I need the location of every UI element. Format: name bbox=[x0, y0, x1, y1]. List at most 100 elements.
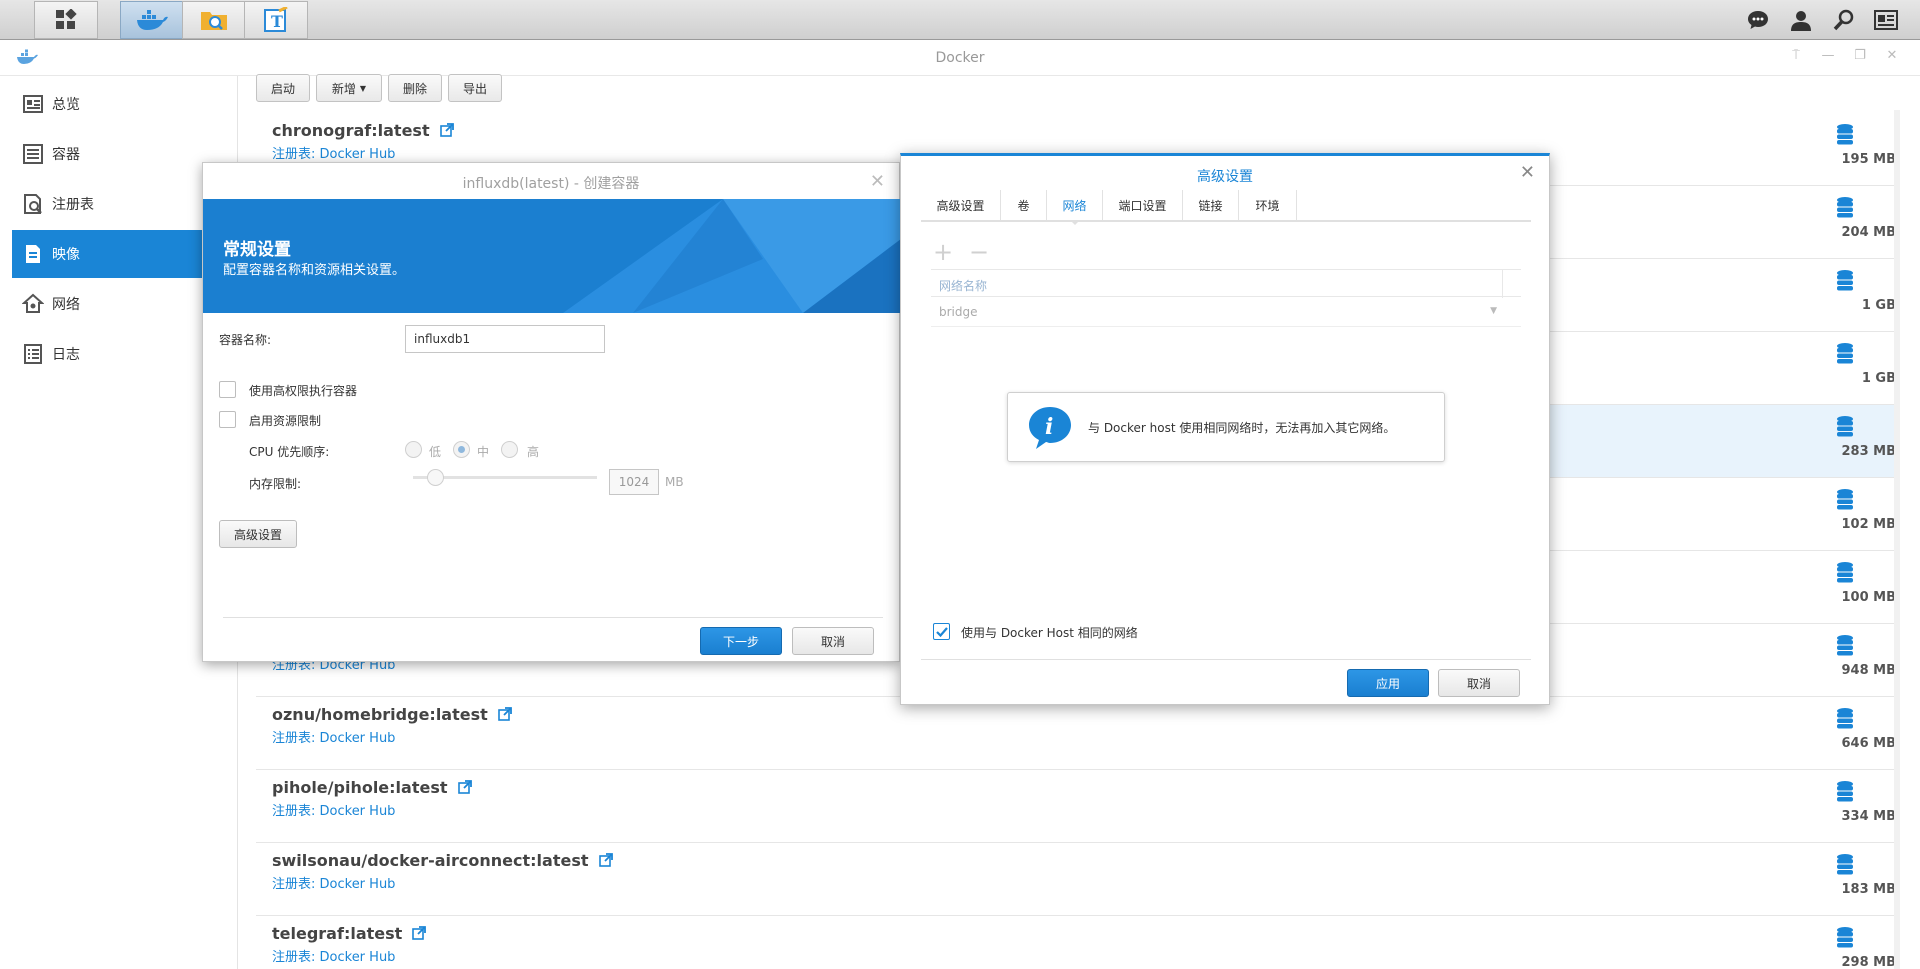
database-icon bbox=[1837, 270, 1853, 291]
maximize-button[interactable]: ❐ bbox=[1850, 48, 1870, 68]
tab-environment[interactable]: 环境 bbox=[1239, 190, 1297, 220]
registry-label[interactable]: 注册表: Docker Hub bbox=[272, 727, 395, 746]
sidebar-item-label: 网络 bbox=[52, 297, 80, 313]
registry-label[interactable]: 注册表: Docker Hub bbox=[272, 946, 395, 965]
sidebar-item-label: 容器 bbox=[52, 147, 80, 163]
image-size: 195 MB bbox=[1841, 152, 1896, 167]
banner-title: 常规设置 bbox=[223, 240, 291, 260]
network-row[interactable]: bridge ▼ bbox=[931, 297, 1521, 327]
file-station-taskbar-button[interactable] bbox=[182, 1, 246, 39]
image-row[interactable]: telegraf:latest 注册表: Docker Hub 298 MB bbox=[256, 916, 1896, 969]
image-row[interactable]: swilsonau/docker-airconnect:latest 注册表: … bbox=[256, 843, 1896, 916]
grid-icon bbox=[56, 9, 77, 29]
cancel-button[interactable]: 取消 bbox=[792, 627, 874, 655]
image-icon bbox=[26, 245, 40, 263]
user-button[interactable] bbox=[1781, 0, 1821, 40]
user-icon bbox=[1791, 11, 1811, 31]
image-size: 948 MB bbox=[1841, 663, 1896, 678]
caret-down-icon: ▼ bbox=[359, 83, 367, 93]
column-divider bbox=[1502, 270, 1503, 298]
add-button[interactable]: 新增 ▼ bbox=[316, 74, 382, 102]
image-row[interactable]: oznu/homebridge:latest 注册表: Docker Hub 6… bbox=[256, 697, 1896, 770]
container-name-input[interactable]: influxdb1 bbox=[405, 325, 605, 353]
dialog-title: 高级设置 bbox=[1197, 169, 1253, 185]
launch-button[interactable]: 启动 bbox=[256, 74, 310, 102]
memory-slider-handle[interactable] bbox=[427, 469, 444, 486]
external-link-icon[interactable] bbox=[598, 853, 613, 867]
sidebar-item-label: 日志 bbox=[52, 347, 80, 363]
high-privilege-checkbox[interactable] bbox=[219, 381, 236, 398]
info-text: 与 Docker host 使用相同网络时，无法再加入其它网络。 bbox=[1088, 421, 1396, 435]
text-editor-taskbar-button[interactable]: T bbox=[244, 1, 308, 39]
close-button[interactable]: ✕ bbox=[1882, 48, 1902, 68]
image-name: chronograf:latest bbox=[272, 121, 454, 140]
external-link-icon[interactable] bbox=[457, 780, 472, 794]
footer-divider bbox=[921, 659, 1531, 660]
image-size: 283 MB bbox=[1841, 444, 1896, 459]
close-icon[interactable]: ✕ bbox=[1520, 162, 1535, 183]
main-menu-button[interactable] bbox=[34, 1, 98, 39]
memory-limit-label: 内存限制: bbox=[249, 477, 302, 491]
database-icon bbox=[1837, 927, 1853, 948]
search-button[interactable] bbox=[1824, 0, 1864, 40]
tab-network[interactable]: 网络 bbox=[1047, 190, 1103, 225]
tab-links[interactable]: 链接 bbox=[1183, 190, 1239, 220]
list-scrollbar[interactable] bbox=[1894, 110, 1900, 969]
notifications-button[interactable] bbox=[1738, 0, 1778, 40]
registry-label[interactable]: 注册表: Docker Hub bbox=[272, 873, 395, 892]
image-size: 298 MB bbox=[1841, 955, 1896, 969]
image-name: oznu/homebridge:latest bbox=[272, 705, 512, 724]
image-size: 183 MB bbox=[1841, 882, 1896, 897]
sidebar-item-overview[interactable]: 总览 bbox=[12, 80, 238, 128]
cpu-medium-radio[interactable] bbox=[453, 441, 470, 458]
checkmark-icon bbox=[936, 627, 948, 638]
image-name: swilsonau/docker-airconnect:latest bbox=[272, 851, 613, 870]
database-icon bbox=[1837, 854, 1853, 875]
delete-button[interactable]: 删除 bbox=[388, 74, 442, 102]
image-name-text: swilsonau/docker-airconnect:latest bbox=[272, 851, 589, 870]
image-size: 334 MB bbox=[1841, 809, 1896, 824]
same-network-label: 使用与 Docker Host 相同的网络 bbox=[961, 626, 1138, 640]
same-network-checkbox[interactable] bbox=[933, 623, 950, 640]
pin-button[interactable]: ⍑ bbox=[1786, 48, 1806, 68]
database-icon bbox=[1837, 781, 1853, 802]
export-button[interactable]: 导出 bbox=[448, 74, 502, 102]
cancel-button[interactable]: 取消 bbox=[1438, 669, 1520, 697]
apply-button[interactable]: 应用 bbox=[1347, 669, 1429, 697]
external-link-icon[interactable] bbox=[497, 707, 512, 721]
advanced-settings-button[interactable]: 高级设置 bbox=[219, 520, 297, 548]
tab-volume[interactable]: 卷 bbox=[1001, 190, 1047, 220]
banner-pattern bbox=[563, 199, 901, 313]
sidebar-item-label: 注册表 bbox=[52, 197, 94, 213]
database-icon bbox=[1837, 124, 1853, 145]
container-name-label: 容器名称: bbox=[219, 333, 272, 347]
registry-label[interactable]: 注册表: Docker Hub bbox=[272, 800, 395, 819]
create-container-dialog: influxdb(latest) - 创建容器 ✕ 常规设置 配置容器名称和资源… bbox=[202, 162, 901, 662]
taskbar: T bbox=[0, 0, 1920, 40]
image-row[interactable]: pihole/pihole:latest 注册表: Docker Hub 334… bbox=[256, 770, 1896, 843]
database-icon bbox=[1837, 635, 1853, 656]
dialog-title: influxdb(latest) - 创建容器 bbox=[462, 176, 640, 192]
docker-taskbar-button[interactable] bbox=[120, 1, 184, 39]
external-link-icon[interactable] bbox=[412, 926, 427, 940]
image-name: telegraf:latest bbox=[272, 924, 427, 943]
registry-label[interactable]: 注册表: Docker Hub bbox=[272, 143, 395, 162]
network-icon bbox=[22, 293, 44, 313]
cpu-high-radio[interactable] bbox=[501, 441, 518, 458]
minimize-button[interactable]: — bbox=[1818, 48, 1838, 68]
add-network-button[interactable]: + bbox=[933, 238, 953, 266]
tab-advanced[interactable]: 高级设置 bbox=[921, 190, 1001, 220]
database-icon bbox=[1837, 343, 1853, 364]
external-link-icon[interactable] bbox=[439, 123, 454, 137]
resource-limit-checkbox[interactable] bbox=[219, 411, 236, 428]
widgets-button[interactable] bbox=[1866, 0, 1906, 40]
container-icon bbox=[23, 144, 43, 164]
next-button[interactable]: 下一步 bbox=[700, 627, 782, 655]
docker-whale-icon bbox=[137, 10, 168, 30]
tab-port-settings[interactable]: 端口设置 bbox=[1103, 190, 1183, 220]
svg-text:i: i bbox=[1045, 414, 1053, 440]
memory-limit-input[interactable]: 1024 bbox=[609, 469, 659, 495]
remove-network-button[interactable]: − bbox=[969, 238, 989, 266]
cpu-low-radio[interactable] bbox=[405, 441, 422, 458]
close-icon[interactable]: ✕ bbox=[870, 171, 885, 192]
